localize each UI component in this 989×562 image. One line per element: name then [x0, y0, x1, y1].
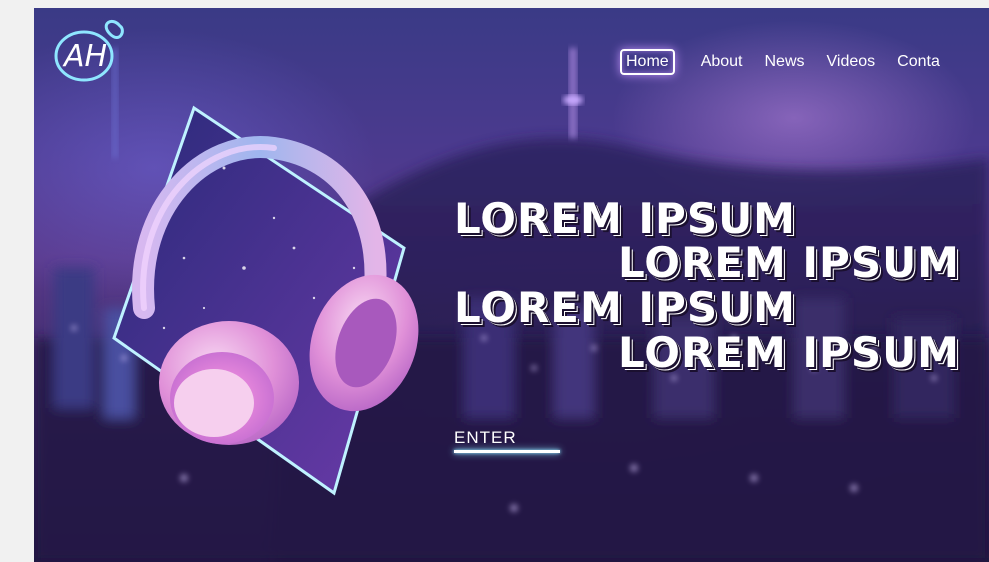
nav-about[interactable]: About — [701, 53, 743, 71]
enter-underline — [454, 450, 560, 453]
headphones-illustration — [112, 105, 419, 496]
headline-line-4: LOREM IPSUM — [618, 328, 960, 377]
nav-contact[interactable]: Conta — [897, 53, 940, 71]
hero-section: AH Home About News Videos Conta LOREM IP… — [34, 8, 989, 562]
enter-button[interactable]: ENTER — [454, 428, 517, 448]
nav-home[interactable]: Home — [620, 49, 675, 75]
nav-videos[interactable]: Videos — [827, 53, 876, 71]
svg-text:AH: AH — [62, 39, 107, 74]
headline-line-2: LOREM IPSUM — [618, 238, 960, 287]
ah-logo-icon[interactable]: AH — [50, 16, 132, 84]
headline-line-3: LOREM IPSUM — [454, 283, 796, 332]
nav-news[interactable]: News — [765, 53, 805, 71]
headline-line-1: LOREM IPSUM — [454, 194, 796, 243]
main-nav: Home About News Videos Conta — [620, 48, 962, 76]
